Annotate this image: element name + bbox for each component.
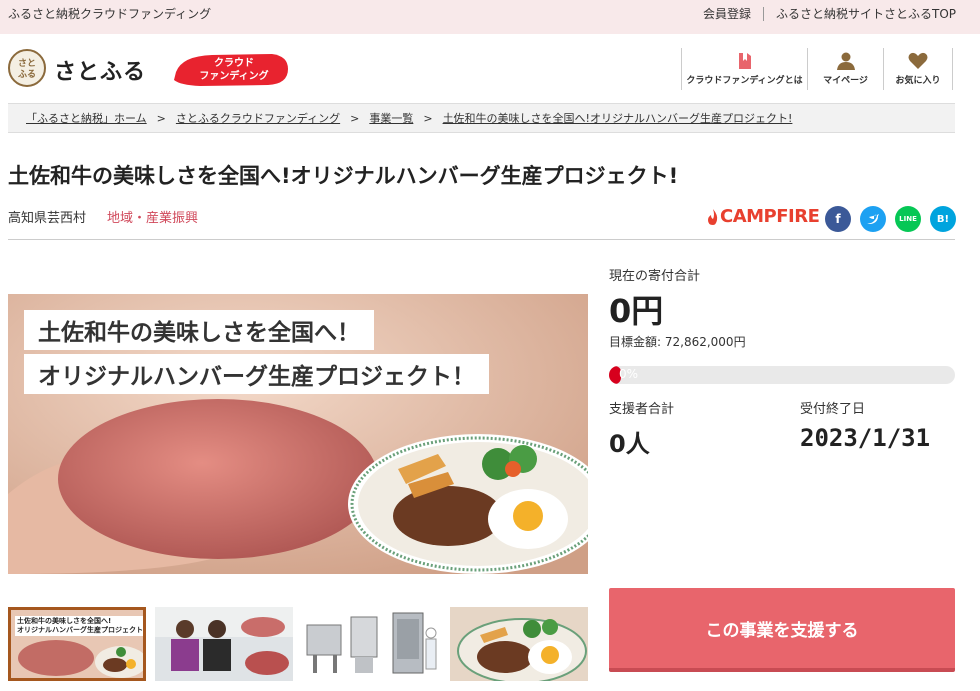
svg-text:さと: さと: [18, 58, 36, 69]
nav-favorites[interactable]: お気に入り: [883, 48, 953, 90]
twitter-share-icon[interactable]: [860, 206, 886, 232]
logo-text[interactable]: さとふる: [54, 54, 146, 86]
book-icon: [738, 53, 751, 69]
supporters-count: 0人: [609, 430, 650, 458]
current-total-label: 現在の寄付合計: [609, 269, 701, 284]
hero-caption-line2: オリジナルハンバーグ生産プロジェクト！: [24, 354, 489, 394]
top-links: 会員登録 ふるさと納税サイトさとふるTOP: [703, 5, 956, 22]
current-total-amount: 0円: [609, 292, 664, 330]
breadcrumb-separator: >: [423, 111, 433, 125]
nav-label: マイページ: [823, 76, 868, 86]
satofull-logo-icon[interactable]: さと ふる: [8, 49, 46, 87]
thumbnail-2[interactable]: [155, 607, 293, 681]
deadline-date: 2023/1/31: [800, 424, 931, 452]
breadcrumb-separator: >: [156, 111, 166, 125]
thumbnail-1[interactable]: 土佐和牛の美味しさを全国へ! オリジナルハンバーグ生産プロジェクト!: [8, 607, 146, 681]
progress-percent: 0%: [619, 367, 639, 381]
breadcrumb: 「ふるさと納税」ホーム > さとふるクラウドファンディング > 事業一覧 > 土…: [8, 103, 955, 133]
nav-label: お気に入り: [895, 76, 941, 86]
heart-icon: [908, 52, 928, 69]
top-bar: ふるさと納税クラウドファンディング 会員登録 ふるさと納税サイトさとふるTOP: [0, 0, 980, 34]
site-title[interactable]: ふるさと納税クラウドファンディング: [8, 5, 211, 22]
breadcrumb-crowdfunding[interactable]: さとふるクラウドファンディング: [176, 110, 340, 126]
member-register-link[interactable]: 会員登録: [703, 5, 751, 22]
hatena-bookmark-icon[interactable]: B!: [930, 206, 956, 232]
goal-amount: 目標金額: 72,862,000円: [609, 335, 746, 349]
divider: [8, 239, 955, 240]
nav-about-crowdfunding[interactable]: クラウドファンディングとは: [681, 48, 807, 90]
line-share-icon[interactable]: LINE: [895, 206, 921, 232]
badge-line2: ファンディング: [199, 69, 268, 82]
thumbnail-caption-line1: 土佐和牛の美味しさを全国へ!: [17, 617, 112, 625]
thumbnail-caption-line2: オリジナルハンバーグ生産プロジェクト!: [17, 626, 146, 635]
project-main-image: 土佐和牛の美味しさを全国へ！ オリジナルハンバーグ生産プロジェクト！: [8, 294, 588, 574]
campfire-logo[interactable]: CAMPFIRE: [706, 206, 820, 227]
breadcrumb-separator: >: [350, 111, 360, 125]
thumbnail-3[interactable]: [303, 607, 441, 681]
nav-mypage[interactable]: マイページ: [807, 48, 883, 90]
page-title: 土佐和牛の美味しさを全国へ!オリジナルハンバーグ生産プロジェクト!: [8, 164, 679, 188]
support-project-button[interactable]: この事業を支援する: [609, 588, 955, 672]
svg-text:ふる: ふる: [18, 69, 36, 80]
breadcrumb-project-list[interactable]: 事業一覧: [369, 110, 413, 126]
thumbnail-caption: 土佐和牛の美味しさを全国へ! オリジナルハンバーグ生産プロジェクト!: [15, 616, 146, 637]
project-location: 高知県芸西村: [8, 211, 87, 226]
divider: [762, 6, 764, 21]
thumbnail-4[interactable]: [450, 607, 588, 681]
crowdfunding-badge[interactable]: クラウド ファンディング: [172, 50, 290, 88]
progress-bar: 0%: [609, 366, 955, 384]
person-icon: [836, 52, 855, 70]
satofull-top-link[interactable]: ふるさと納税サイトさとふるTOP: [776, 5, 956, 22]
facebook-share-icon[interactable]: f: [825, 206, 851, 232]
nav-label: クラウドファンディングとは: [686, 76, 803, 86]
breadcrumb-home[interactable]: 「ふるさと納税」ホーム: [26, 110, 147, 126]
supporters-label: 支援者合計: [609, 402, 675, 417]
campfire-text: CAMPFIRE: [720, 206, 820, 227]
flame-icon: [708, 208, 718, 225]
hero-caption-line1: 土佐和牛の美味しさを全国へ！: [24, 310, 374, 350]
breadcrumb-current[interactable]: 土佐和牛の美味しさを全国へ!オリジナルハンバーグ生産プロジェクト!: [443, 110, 793, 126]
project-category[interactable]: 地域・産業振興: [107, 207, 198, 226]
deadline-label: 受付終了日: [800, 402, 866, 417]
badge-line1: クラウド: [214, 57, 254, 69]
